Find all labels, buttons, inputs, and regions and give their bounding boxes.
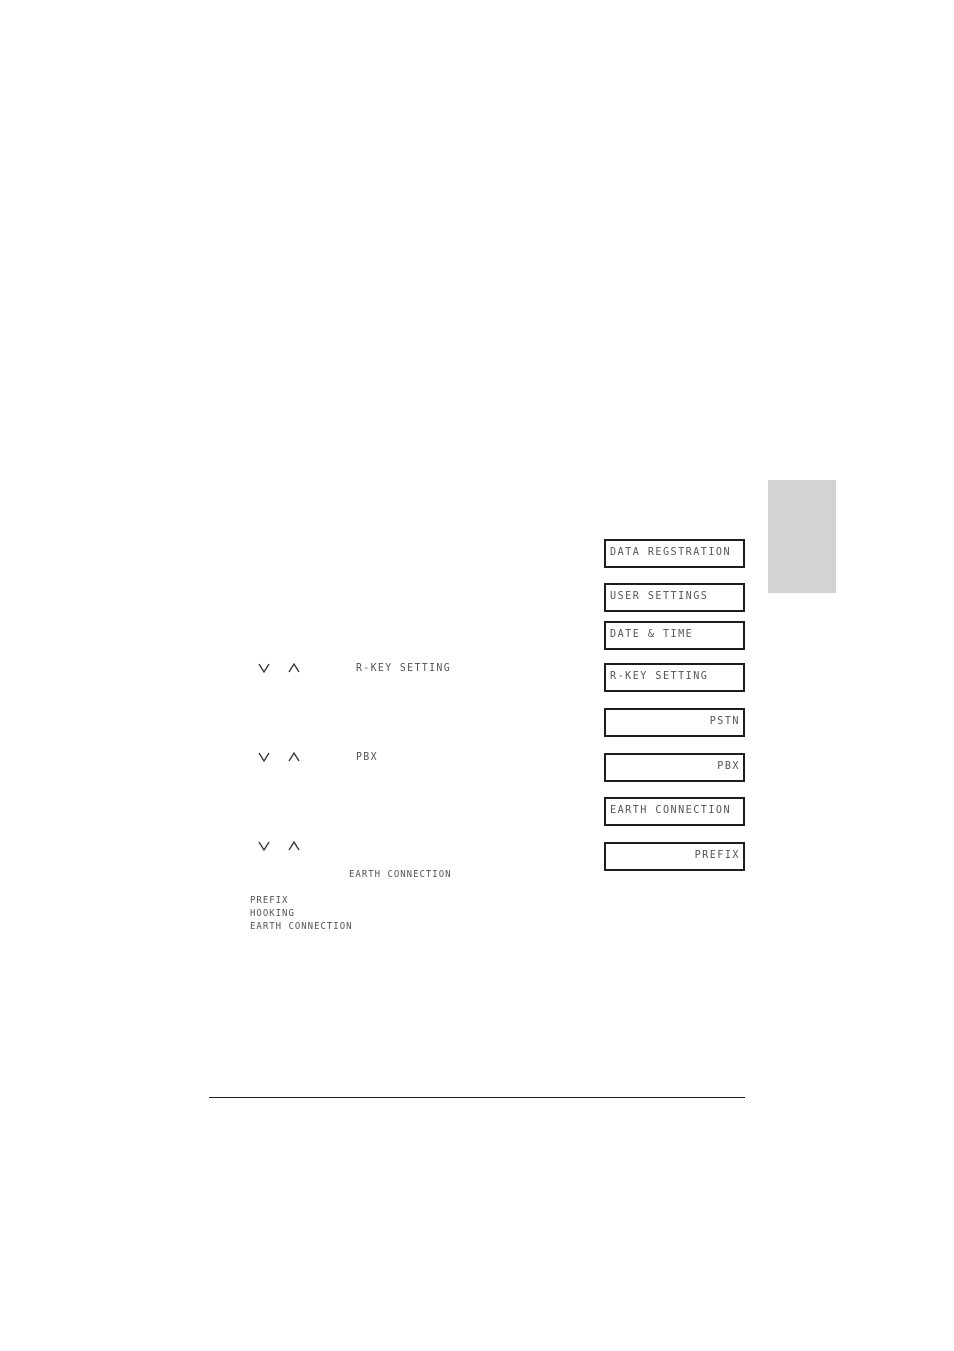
lcd-text: PSTN bbox=[709, 714, 740, 727]
inline-earth-connection: EARTH CONNECTION bbox=[349, 869, 452, 880]
down-arrow-icon bbox=[258, 841, 270, 851]
down-arrow-icon bbox=[258, 752, 270, 762]
lcd-text: PREFIX bbox=[694, 848, 740, 861]
footer-rule bbox=[209, 1097, 745, 1098]
options-list: PREFIX HOOKING EARTH CONNECTION bbox=[250, 894, 353, 933]
option-hooking: HOOKING bbox=[250, 908, 295, 919]
lcd-display-r-key-setting: R-KEY SETTING bbox=[604, 663, 745, 692]
lcd-display-date-time: DATE & TIME bbox=[604, 621, 745, 650]
down-arrow-icon bbox=[258, 663, 270, 673]
lcd-text: DATE & TIME bbox=[610, 627, 694, 640]
lcd-display-pstn: PSTN bbox=[604, 708, 745, 737]
lcd-display-data-registration: DATA REGSTRATION bbox=[604, 539, 745, 568]
lcd-text: DATA REGSTRATION bbox=[610, 545, 732, 558]
lcd-display-earth-connection: EARTH CONNECTION bbox=[604, 797, 745, 826]
up-arrow-icon bbox=[288, 841, 300, 851]
section-tab bbox=[768, 480, 836, 593]
lcd-text: PBX bbox=[717, 759, 740, 772]
lcd-display-prefix: PREFIX bbox=[604, 842, 745, 871]
up-arrow-icon bbox=[288, 752, 300, 762]
step-target-r-key-setting: R-KEY SETTING bbox=[356, 661, 452, 674]
option-prefix: PREFIX bbox=[250, 895, 289, 906]
lcd-text: R-KEY SETTING bbox=[610, 669, 709, 682]
lcd-text: EARTH CONNECTION bbox=[610, 803, 732, 816]
lcd-display-user-settings: USER SETTINGS bbox=[604, 583, 745, 612]
step-target-pbx: PBX bbox=[356, 750, 378, 763]
option-earth-connection: EARTH CONNECTION bbox=[250, 921, 353, 932]
up-arrow-icon bbox=[288, 663, 300, 673]
lcd-text: USER SETTINGS bbox=[610, 589, 709, 602]
lcd-display-pbx: PBX bbox=[604, 753, 745, 782]
